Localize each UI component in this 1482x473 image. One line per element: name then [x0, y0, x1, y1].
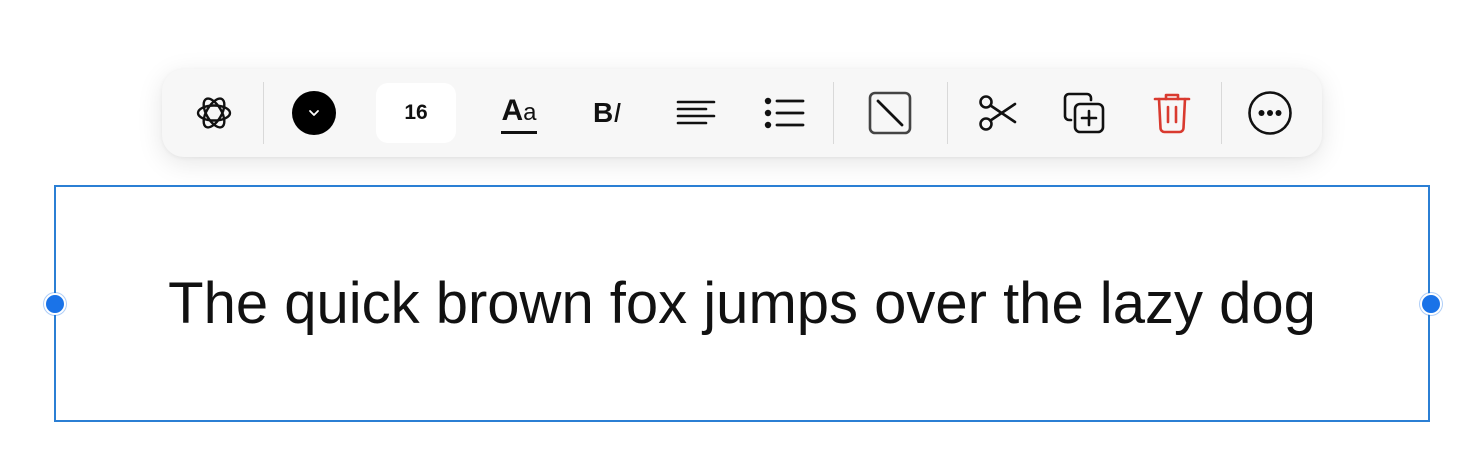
text-align-button[interactable] — [668, 83, 724, 143]
toolbar-divider — [833, 82, 834, 144]
duplicate-icon — [1063, 92, 1105, 134]
chevron-down-icon — [309, 110, 319, 116]
bold-italic-button[interactable]: BI — [576, 83, 638, 143]
sparkle-icon — [196, 97, 232, 129]
border-style-button[interactable] — [862, 83, 918, 143]
align-left-icon — [676, 100, 716, 125]
floating-toolbar: 16 Aa BI — [162, 69, 1322, 157]
delete-button[interactable] — [1144, 83, 1200, 143]
more-options-button[interactable] — [1242, 83, 1298, 143]
resize-handle-right[interactable] — [1420, 293, 1442, 315]
text-style-icon-small: a — [523, 99, 537, 126]
selected-text-box[interactable]: The quick brown fox jumps over the lazy … — [54, 185, 1430, 422]
text-color-button[interactable] — [286, 83, 342, 143]
more-icon — [1248, 91, 1292, 135]
resize-handle-left[interactable] — [44, 293, 66, 315]
italic-glyph: I — [613, 97, 621, 128]
cut-button[interactable] — [970, 83, 1026, 143]
text-style-underline — [501, 131, 537, 134]
canvas: 16 Aa BI The quick brown fox jumps over … — [0, 0, 1482, 473]
toolbar-divider — [947, 82, 948, 144]
color-swatch — [292, 91, 336, 135]
text-style-button[interactable]: Aa — [488, 83, 550, 143]
ai-assist-button[interactable] — [186, 83, 242, 143]
duplicate-button[interactable] — [1056, 83, 1112, 143]
bullet-list-button[interactable] — [756, 83, 812, 143]
toolbar-divider — [263, 82, 264, 144]
bold-glyph: B — [592, 97, 614, 128]
toolbar-divider — [1221, 82, 1222, 144]
text-box-content[interactable]: The quick brown fox jumps over the lazy … — [168, 270, 1316, 337]
font-size-field[interactable]: 16 — [376, 83, 456, 143]
no-border-icon — [868, 91, 912, 135]
trash-icon — [1153, 93, 1191, 134]
scissors-icon — [979, 95, 1017, 131]
text-style-icon: Aa — [501, 94, 537, 134]
bullet-list-icon — [764, 97, 805, 129]
text-style-icon-big: A — [501, 94, 524, 127]
font-size-value: 16 — [376, 83, 456, 143]
bold-italic-icon: BI — [593, 99, 621, 127]
